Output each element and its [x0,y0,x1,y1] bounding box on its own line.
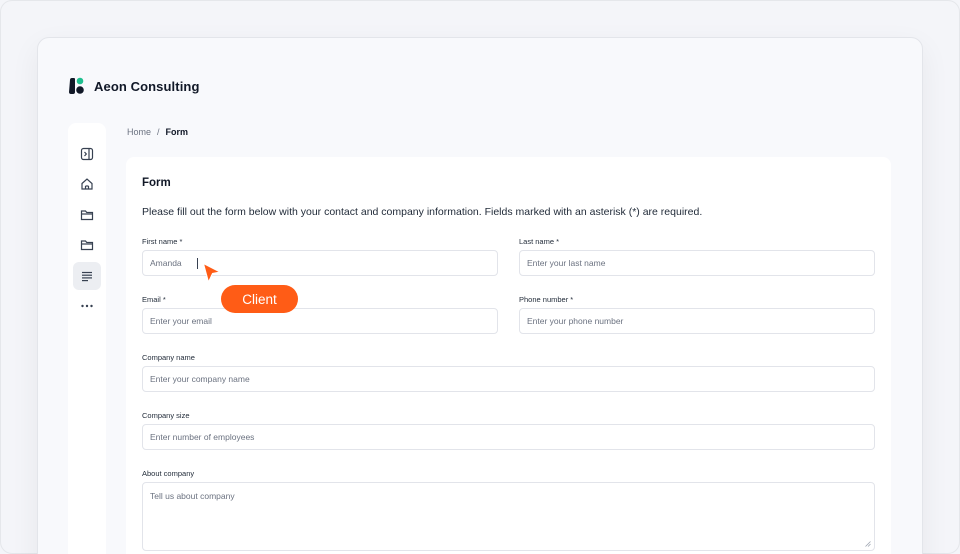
last-name-placeholder: Enter your last name [527,258,606,268]
sidebar-toggle-icon [80,147,94,161]
sidebar-toggle-button[interactable] [73,140,101,168]
email-placeholder: Enter your email [150,316,212,326]
form-card: Form Please fill out the form below with… [126,157,891,554]
email-input[interactable]: Enter your email [142,308,498,334]
cursor-label-badge: Client [221,285,298,313]
breadcrumb-separator: / [157,127,160,137]
last-name-label: Last name * [519,237,560,246]
last-name-input[interactable]: Enter your last name [519,250,875,276]
folder-icon [80,240,94,251]
folder-icon [80,210,94,221]
sidebar-item-form[interactable] [73,262,101,290]
first-name-label: First name * [142,237,183,246]
about-company-placeholder: Tell us about company [150,491,235,501]
sidebar [68,123,106,554]
company-name-placeholder: Enter your company name [150,374,250,384]
first-name-value: Amanda [150,258,182,268]
form-title: Form [142,177,171,189]
form-description: Please fill out the form below with your… [142,206,703,218]
brand-logo-icon [69,77,84,94]
more-icon [81,304,93,308]
company-size-placeholder: Enter number of employees [150,432,255,442]
brand-name: Aeon Consulting [94,78,200,94]
breadcrumb-home-link[interactable]: Home [127,127,151,137]
email-label: Email * [142,295,166,304]
phone-label: Phone number * [519,295,574,304]
phone-input[interactable]: Enter your phone number [519,308,875,334]
company-size-input[interactable]: Enter number of employees [142,424,875,450]
phone-placeholder: Enter your phone number [527,316,624,326]
sidebar-item-home[interactable] [73,170,101,198]
resize-handle-icon[interactable] [865,541,871,547]
company-size-label: Company size [142,411,190,420]
sidebar-item-folder[interactable] [73,201,101,229]
app-window: Aeon Consulting Home / Form Form Please … [37,37,923,554]
cursor-arrow-icon [202,262,222,284]
text-caret [197,258,198,269]
form-icon [82,271,92,282]
sidebar-more-button[interactable] [73,292,101,320]
breadcrumb: Home / Form [127,127,188,137]
brand[interactable]: Aeon Consulting [68,77,200,95]
about-company-textarea[interactable]: Tell us about company [142,482,875,551]
company-name-label: Company name [142,353,195,362]
sidebar-item-folder-2[interactable] [73,231,101,259]
home-icon [81,178,93,190]
about-company-label: About company [142,469,195,478]
breadcrumb-current: Form [165,127,189,137]
company-name-input[interactable]: Enter your company name [142,366,875,392]
first-name-input[interactable]: Amanda [142,250,498,276]
